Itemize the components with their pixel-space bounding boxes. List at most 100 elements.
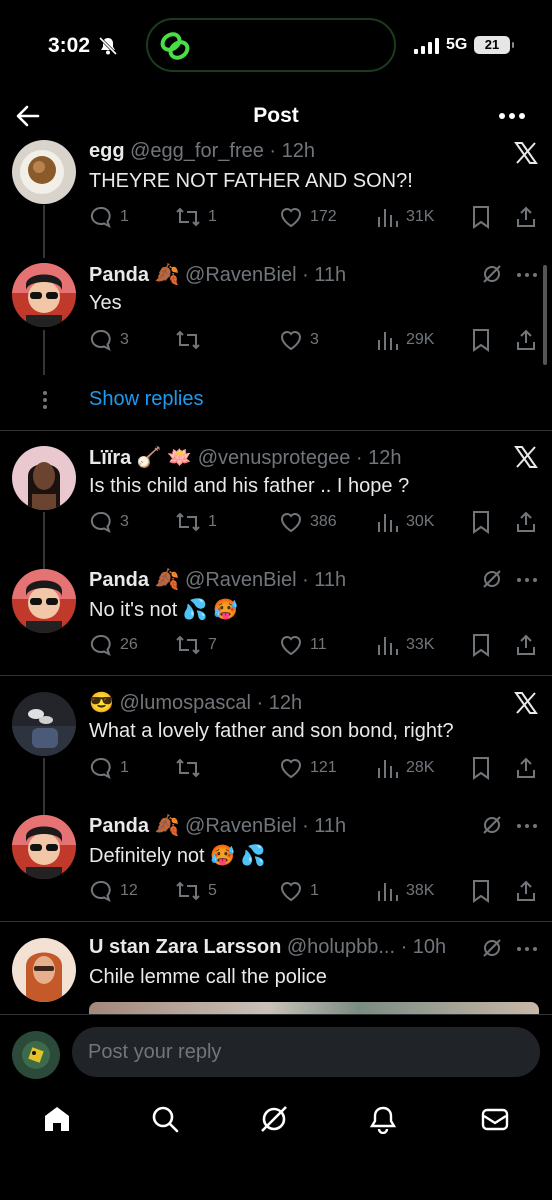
notifications-icon[interactable] (368, 1104, 398, 1134)
tweet-header: Panda 🍂 @RavenBiel · 11h (89, 262, 346, 287)
search-icon[interactable] (150, 1104, 180, 1134)
reply-button[interactable]: 1 (89, 756, 129, 780)
tweet-actions: 1 1 172 31K (89, 205, 539, 231)
author-name[interactable]: Panda 🍂 (89, 815, 179, 837)
share-icon[interactable] (515, 879, 537, 903)
views-button[interactable]: 33K (377, 633, 434, 657)
share-icon[interactable] (515, 328, 537, 352)
author-handle[interactable]: @RavenBiel · 11h (185, 264, 346, 286)
author-name[interactable]: 😎 (89, 692, 114, 714)
more-options-icon[interactable] (516, 946, 538, 952)
avatar[interactable] (12, 692, 76, 756)
dynamic-island[interactable] (146, 18, 396, 72)
battery-indicator: 21 (474, 36, 514, 54)
tweet-text: Is this child and his father .. I hope ? (89, 475, 410, 497)
bookmark-icon[interactable] (471, 510, 491, 534)
author-handle[interactable]: @egg_for_free · 12h (130, 140, 315, 162)
author-handle[interactable]: @holupbb... · 10h (287, 936, 446, 958)
network-type: 5G (446, 36, 468, 53)
views-button[interactable]: 29K (377, 328, 434, 352)
bottom-nav (0, 1094, 552, 1200)
like-button[interactable]: 386 (279, 510, 337, 534)
share-icon[interactable] (515, 633, 537, 657)
avatar[interactable] (12, 263, 76, 327)
bookmark-icon[interactable] (471, 205, 491, 229)
thread-line (43, 512, 45, 569)
bookmark-icon[interactable] (471, 879, 491, 903)
share-icon[interactable] (515, 205, 537, 229)
like-button[interactable]: 3 (279, 328, 319, 352)
author-handle[interactable]: @venusprotegee · 12h (198, 447, 402, 469)
tweet-actions: 3 1 386 30K (89, 510, 539, 536)
bookmark-icon[interactable] (471, 756, 491, 780)
like-button[interactable]: 11 (279, 633, 327, 657)
grok-icon[interactable] (482, 938, 502, 958)
author-name[interactable]: Lïïra 🪕 🪷 (89, 447, 192, 469)
avatar[interactable] (12, 815, 76, 879)
repost-button[interactable]: 7 (175, 633, 217, 657)
like-count: 11 (310, 636, 327, 653)
more-options-icon[interactable] (516, 577, 538, 583)
thread-line (43, 205, 45, 258)
avatar[interactable] (12, 446, 76, 510)
reply-button[interactable]: 3 (89, 510, 129, 534)
more-options-icon[interactable] (516, 272, 538, 278)
tweet-header: U stan Zara Larsson @holupbb... · 10h (89, 936, 446, 959)
tweet-text: No it's not 💦 🥵 (89, 599, 239, 621)
views-button[interactable]: 28K (377, 756, 434, 780)
author-name[interactable]: U stan Zara Larsson (89, 936, 281, 958)
tweet-header: Panda 🍂 @RavenBiel · 11h (89, 813, 346, 838)
reply-button[interactable]: 12 (89, 879, 138, 903)
repost-icon (176, 881, 200, 901)
messages-icon[interactable] (480, 1104, 510, 1134)
like-count: 386 (310, 513, 337, 530)
reply-button[interactable]: 1 (89, 205, 129, 229)
reply-icon (90, 634, 111, 656)
repost-button[interactable]: 1 (175, 510, 217, 534)
repost-button[interactable]: 1 (175, 205, 217, 229)
author-handle[interactable]: @RavenBiel · 11h (185, 569, 346, 591)
repost-button[interactable] (175, 328, 208, 352)
bookmark-icon[interactable] (471, 633, 491, 657)
author-name[interactable]: Panda 🍂 (89, 569, 179, 591)
scrollbar[interactable] (543, 265, 547, 365)
x-logo-icon (514, 446, 538, 468)
home-icon[interactable] (42, 1104, 72, 1134)
author-name[interactable]: Panda 🍂 (89, 264, 179, 286)
grok-icon[interactable] (482, 569, 502, 589)
grok-icon[interactable] (482, 264, 502, 284)
repost-count: 1 (208, 208, 217, 225)
views-icon (378, 209, 398, 227)
divider (0, 675, 552, 676)
avatar[interactable] (12, 140, 76, 204)
like-button[interactable]: 121 (279, 756, 337, 780)
bookmark-icon[interactable] (471, 328, 491, 352)
avatar[interactable] (12, 938, 76, 1002)
my-avatar[interactable] (12, 1031, 60, 1079)
share-icon[interactable] (515, 756, 537, 780)
show-replies-link[interactable]: Show replies (89, 388, 204, 411)
more-options-icon[interactable] (516, 823, 538, 829)
heart-icon (280, 208, 302, 228)
like-button[interactable]: 172 (279, 205, 337, 229)
author-handle[interactable]: @RavenBiel · 11h (185, 815, 346, 837)
more-options-icon[interactable] (498, 112, 526, 120)
reply-input[interactable] (72, 1027, 540, 1077)
views-count: 31K (406, 208, 435, 225)
views-button[interactable]: 31K (377, 205, 434, 229)
repost-button[interactable]: 5 (175, 879, 217, 903)
like-button[interactable]: 1 (279, 879, 319, 903)
reply-button[interactable]: 26 (89, 633, 138, 657)
reply-button[interactable]: 3 (89, 328, 129, 352)
views-button[interactable]: 38K (377, 879, 434, 903)
repost-button[interactable] (175, 756, 208, 780)
author-handle[interactable]: @lumospascal · 12h (119, 692, 302, 714)
grok-icon[interactable] (482, 815, 502, 835)
reply-count: 1 (120, 759, 129, 776)
repost-icon (176, 330, 200, 350)
avatar[interactable] (12, 569, 76, 633)
share-icon[interactable] (515, 510, 537, 534)
grok-tab-icon[interactable] (259, 1104, 289, 1134)
author-name[interactable]: egg (89, 140, 125, 162)
views-button[interactable]: 30K (377, 510, 434, 534)
